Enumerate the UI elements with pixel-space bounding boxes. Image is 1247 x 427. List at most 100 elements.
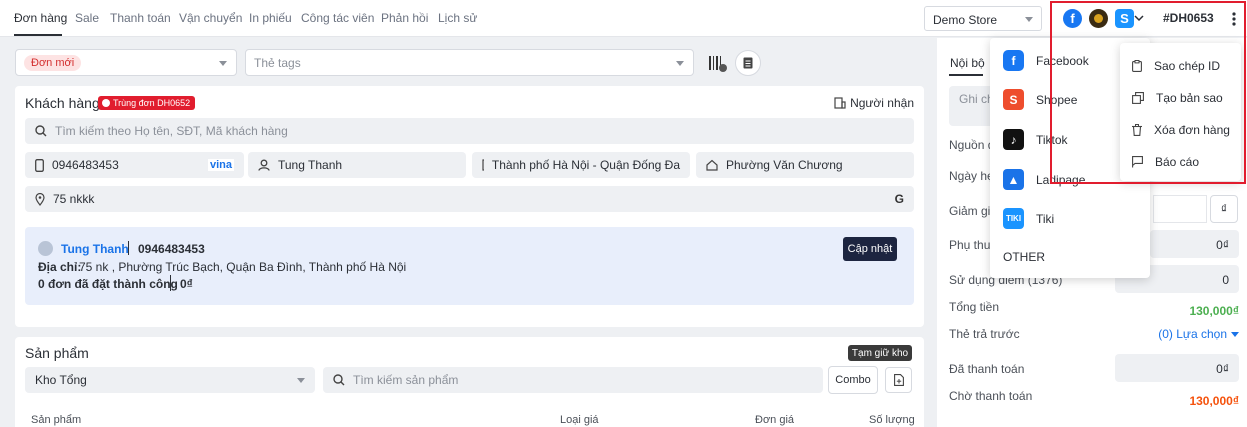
tab-collaborators[interactable]: Công tác viên [301,11,374,25]
prepaid-value: (0) Lựa chọn [1158,327,1227,341]
store-select[interactable]: Demo Store [924,6,1042,31]
duplicate-badge-label: Trùng đơn DH0652 [113,98,191,108]
column-quantity: Số lượng [869,414,915,426]
chevron-down-icon [219,61,227,66]
alert-icon [102,99,110,107]
combo-button[interactable]: Combo [828,366,878,394]
user-icon [258,159,270,171]
barcode-icon[interactable] [704,50,730,76]
tab-internal[interactable]: Nội bộ [950,56,985,70]
tags-select[interactable]: Thẻ tags [245,49,694,76]
date-label: Ngày hẹ [949,169,994,183]
province-value: Thành phố Hà Nội - Quận Đống Đa [491,158,680,172]
customer-card: Khách hàng Trùng đơn DH0652 Người nhận T… [15,86,924,327]
menu-item-other[interactable]: OTHER [1003,250,1045,264]
paid-label: Đã thanh toán [949,362,1025,376]
note-button[interactable] [735,50,761,76]
tab-shipping[interactable]: Vận chuyển [179,11,242,25]
tab-payment[interactable]: Thanh toán [110,11,171,25]
ladipage-icon: ▲ [1003,169,1024,190]
hold-stock-badge[interactable]: Tạm giữ kho [848,345,912,361]
column-unit-price: Đơn giá [755,414,795,426]
order-amount: 0₫ [180,277,193,291]
customer-search-placeholder: Tìm kiếm theo Họ tên, SĐT, Mã khách hàng [55,124,288,138]
tab-feedback[interactable]: Phản hồi [381,11,428,25]
product-search-placeholder: Tìm kiếm sản phẩm [353,373,459,387]
chevron-down-icon [676,61,684,66]
column-product: Sản phẩm [31,414,82,426]
customer-search-input[interactable]: Tìm kiếm theo Họ tên, SĐT, Mã khách hàng [25,118,914,144]
warehouse-select[interactable]: Kho Tổng [25,367,315,393]
shopee-icon: S [1003,89,1024,110]
customer-info-name[interactable]: Tung Thanh [61,242,129,256]
building-icon [482,159,484,171]
discount-input[interactable] [1153,195,1207,223]
tab-orders[interactable]: Đơn hàng [14,11,67,25]
phone-value: 0946483453 [52,158,119,172]
product-search-input[interactable]: Tìm kiếm sản phẩm [323,367,823,393]
building-icon [834,97,846,109]
chevron-down-icon [1231,331,1239,337]
ward-field[interactable]: Phường Văn Chương [696,152,914,178]
customer-title: Khách hàng [25,95,100,111]
status-badge: Đơn mới [24,54,82,71]
file-add-icon [893,374,904,386]
status-select[interactable]: Đơn mới [15,49,237,76]
total-label: Tổng tiền [949,300,1000,314]
location-pin-icon [35,192,45,206]
column-price-type: Loại giá [560,414,599,426]
paid-input[interactable]: 0₫ [1115,354,1239,382]
note-placeholder: Ghi ch [959,92,994,106]
google-icon[interactable]: G [895,192,904,206]
products-title: Sản phẩm [25,345,89,361]
search-icon [333,374,345,386]
carrier-badge: vina [207,159,234,171]
tiktok-icon: ♪ [1003,129,1024,150]
warehouse-value: Kho Tổng [35,373,87,387]
customer-name-field[interactable]: Tung Thanh [248,152,466,178]
receiver-link-label: Người nhận [850,96,914,110]
facebook-icon: f [1003,50,1024,71]
products-card: Sản phẩm Tạm giữ kho Kho Tổng Tìm kiếm s… [15,337,924,427]
tiki-icon: TIKI [1003,208,1024,229]
source-label: Nguồn đ [949,138,995,152]
highlight-frame [1050,1,1246,184]
update-button[interactable]: Cập nhật [843,237,897,261]
store-select-value: Demo Store [933,13,998,27]
phone-icon [35,158,44,172]
customer-info-phone: 0946483453 [138,242,205,256]
address-field[interactable]: 75 nkkk G [25,186,914,212]
province-field[interactable]: Thành phố Hà Nội - Quận Đống Đa [472,152,690,178]
home-icon [706,159,718,171]
tab-history[interactable]: Lịch sử [438,11,477,25]
avatar [38,241,53,256]
receiver-link[interactable]: Người nhận [834,96,914,110]
search-icon [35,125,47,137]
document-icon [743,57,753,69]
total-value: 130,000₫ [1189,304,1239,318]
address-label: Địa chỉ: [38,260,82,274]
prepaid-select[interactable]: (0) Lựa chọn [1158,327,1239,341]
prepaid-label: Thẻ trả trước [949,327,1020,341]
active-tab-indicator [949,74,983,76]
divider [170,275,171,291]
pending-label: Chờ thanh toán [949,389,1033,403]
import-button[interactable] [885,367,912,393]
tab-print[interactable]: In phiếu [249,11,292,25]
chevron-down-icon [1025,17,1033,22]
menu-item-tiki[interactable]: TIKI Tiki [1003,208,1054,229]
surcharge-input[interactable]: 0₫ [1150,230,1239,258]
tab-sale[interactable]: Sale [75,11,99,25]
pending-value: 130,000₫ [1189,394,1239,408]
menu-item-label: OTHER [1003,250,1045,264]
divider [128,241,129,255]
duplicate-badge[interactable]: Trùng đơn DH0652 [98,96,196,110]
chevron-down-icon [297,378,305,383]
customer-name-value: Tung Thanh [278,158,343,172]
customer-info-panel: Tung Thanh 0946483453 Địa chỉ: 75 nk , P… [25,227,914,305]
phone-field[interactable]: 0946483453 vina [25,152,244,178]
address-value: 75 nkkk [53,192,95,206]
customer-info-address: 75 nk , Phường Trúc Bạch, Quận Ba Đình, … [79,260,407,274]
tags-placeholder: Thẻ tags [254,55,301,70]
discount-unit-toggle[interactable]: ₫ [1210,195,1238,223]
